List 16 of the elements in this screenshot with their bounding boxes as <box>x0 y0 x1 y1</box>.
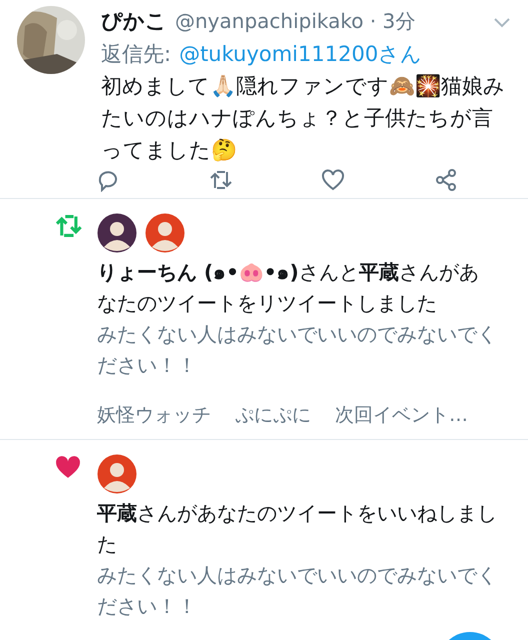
mention-link[interactable]: @tukuyomi111200さん <box>179 38 422 70</box>
hashtag-link[interactable]: ぷにぷに <box>235 400 311 429</box>
reply-label: 返信先: <box>101 40 172 68</box>
tweet-meta: @nyanpachipikako · 3分 <box>175 8 416 35</box>
tweet-text: 初めまして🙏🏻隠れファンです🙈🎇猫娘みたいのはハナぽんちょ？と子供たちが言ってました🤔 <box>101 72 506 164</box>
heart-icon <box>55 454 81 479</box>
notification-text: 平蔵さんがあなたのツイートをいいねしました <box>97 500 498 558</box>
hashtag-link[interactable]: 妖怪ウォッチ <box>97 400 211 429</box>
notification-text: りょーちん (๑•🐽•๑)さんと平蔵さんがあなたのツイートをリツイートしました <box>97 258 480 316</box>
tweet-excerpt: みたくない人はみないでいいのでみないでください！！ <box>97 320 498 378</box>
avatar-icon[interactable] <box>97 212 137 252</box>
author-name: ぴかこ <box>101 8 167 35</box>
tweet-excerpt: みたくない人はみないでいいのでみないでください！！ <box>97 562 498 620</box>
share-icon[interactable] <box>434 168 458 192</box>
heart-icon[interactable] <box>321 168 346 192</box>
hashtag-link[interactable]: 次回イベント… <box>335 400 468 429</box>
